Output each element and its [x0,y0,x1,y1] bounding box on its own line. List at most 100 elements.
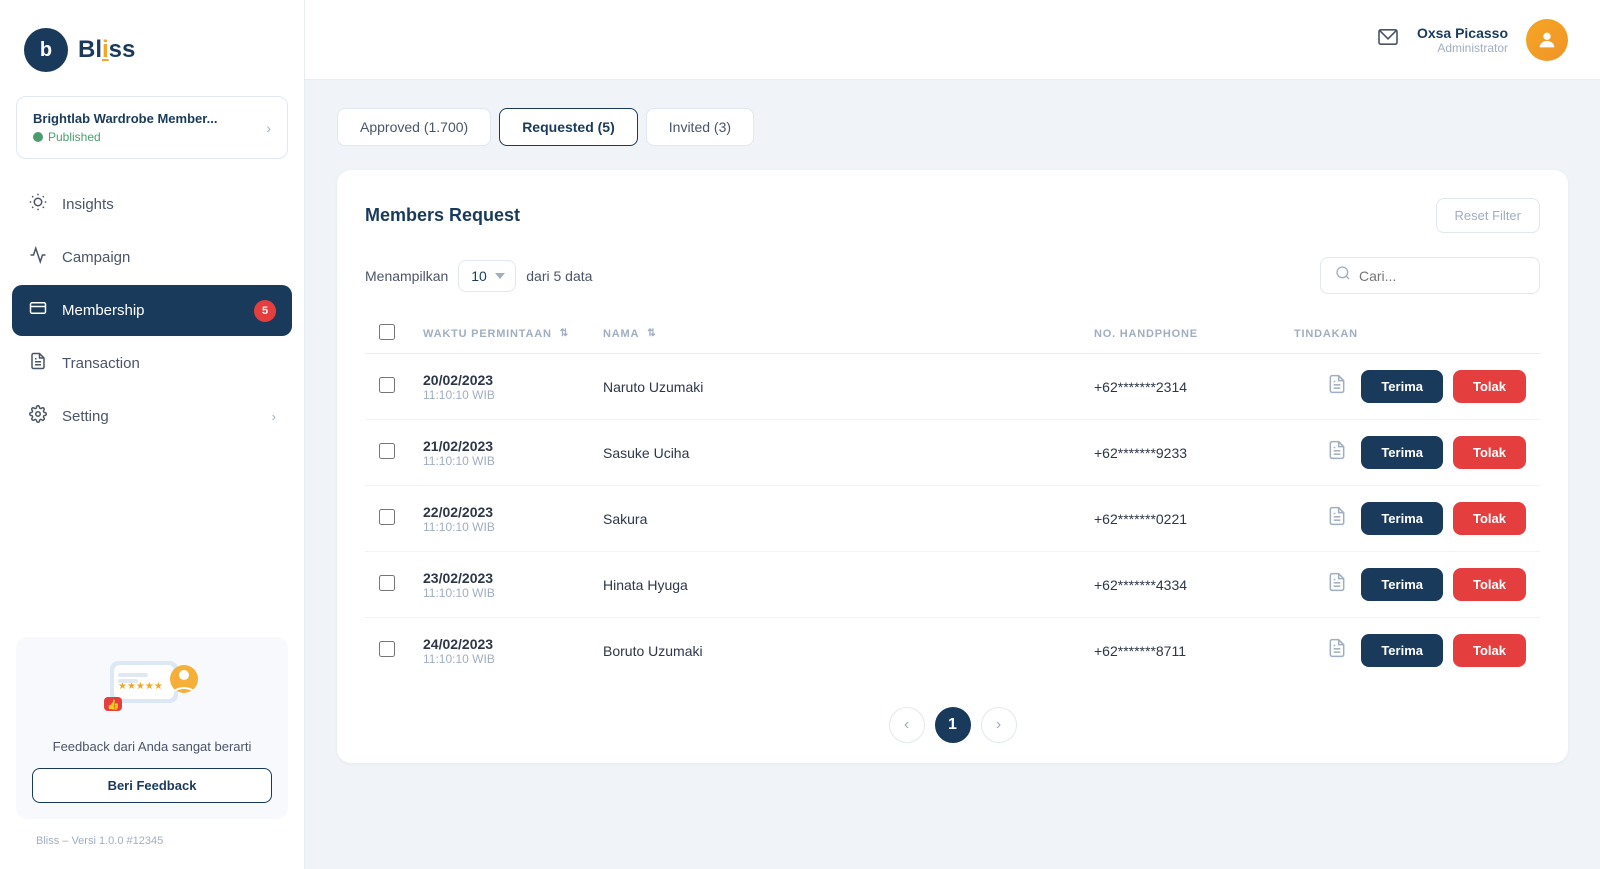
row-name: Naruto Uzumaki [603,379,703,395]
terima-button-4[interactable]: Terima [1361,634,1443,667]
row-date: 20/02/2023 [423,372,575,388]
row-time: 11:10:10 WIB [423,652,575,666]
row-date: 22/02/2023 [423,504,575,520]
row-phone: +62*******0221 [1094,511,1187,527]
th-checkbox [365,314,409,354]
search-input[interactable] [1359,268,1519,284]
status-dot [33,132,43,142]
row-checkbox-0[interactable] [379,377,395,393]
table-row: 20/02/2023 11:10:10 WIB Naruto Uzumaki +… [365,354,1540,420]
row-phone-cell: +62*******8711 [1080,618,1280,684]
terima-button-0[interactable]: Terima [1361,370,1443,403]
insights-icon [28,193,48,216]
row-date: 24/02/2023 [423,636,575,652]
row-action-cell: Terima Tolak [1280,420,1540,486]
row-name-cell: Sasuke Uciha [589,420,1080,486]
workspace-card[interactable]: Brightlab Wardrobe Member... Published › [16,96,288,159]
row-action-cell: Terima Tolak [1280,354,1540,420]
row-phone: +62*******8711 [1094,643,1186,659]
row-checkbox-cell [365,618,409,684]
row-time: 11:10:10 WIB [423,388,575,402]
tab-requested[interactable]: Requested (5) [499,108,638,146]
sidebar-bottom: ★★★★★ 👍 Feedback dari Anda sangat berart… [0,621,304,850]
tolak-button-2[interactable]: Tolak [1453,502,1526,535]
pagination-page-1-button[interactable]: 1 [935,707,971,743]
sidebar-item-insights[interactable]: Insights [12,179,292,230]
per-page-select[interactable]: 10 25 50 [458,260,516,292]
row-name: Boruto Uzumaki [603,643,703,659]
feedback-card: ★★★★★ 👍 Feedback dari Anda sangat berart… [16,637,288,820]
row-checkbox-2[interactable] [379,509,395,525]
sort-waktu-icon[interactable]: ⇅ [560,328,569,339]
card-header: Members Request Reset Filter [365,198,1540,233]
row-action-cell: Terima Tolak [1280,552,1540,618]
row-action-cell: Terima Tolak [1280,618,1540,684]
terima-button-1[interactable]: Terima [1361,436,1443,469]
members-request-card: Members Request Reset Filter Menampilkan… [337,170,1568,763]
table-row: 24/02/2023 11:10:10 WIB Boruto Uzumaki +… [365,618,1540,684]
row-time: 11:10:10 WIB [423,586,575,600]
sidebar-item-transaction-label: Transaction [62,355,140,372]
row-checkbox-3[interactable] [379,575,395,591]
sort-nama-icon[interactable]: ⇅ [647,328,656,339]
logo-text: Bliss [78,36,135,64]
tolak-button-3[interactable]: Tolak [1453,568,1526,601]
feedback-text: Feedback dari Anda sangat berarti [53,737,252,757]
doc-icon-0[interactable] [1327,374,1347,399]
table-row: 22/02/2023 11:10:10 WIB Sakura +62******… [365,486,1540,552]
terima-button-2[interactable]: Terima [1361,502,1443,535]
sidebar: b Bliss Brightlab Wardrobe Member... Pub… [0,0,305,869]
sidebar-item-transaction[interactable]: Transaction [12,338,292,389]
terima-button-3[interactable]: Terima [1361,568,1443,601]
tab-approved[interactable]: Approved (1.700) [337,108,491,146]
doc-icon-1[interactable] [1327,440,1347,465]
sidebar-item-campaign[interactable]: Campaign [12,232,292,283]
row-checkbox-cell [365,552,409,618]
row-name-cell: Naruto Uzumaki [589,354,1080,420]
data-count-label: dari 5 data [526,268,592,284]
membership-icon [28,299,48,322]
row-action-cell: Terima Tolak [1280,486,1540,552]
topbar-user-info: Oxsa Picasso Administrator [1417,25,1508,55]
row-name: Sakura [603,511,647,527]
row-name: Hinata Hyuga [603,577,688,593]
row-time: 11:10:10 WIB [423,454,575,468]
row-checkbox-4[interactable] [379,641,395,657]
content-area: Approved (1.700) Requested (5) Invited (… [305,80,1600,869]
members-table: WAKTU PERMINTAAN ⇅ NAMA ⇅ NO. HANDPHONE [365,314,1540,683]
workspace-status: Published [33,130,217,144]
row-time-cell: 23/02/2023 11:10:10 WIB [409,552,589,618]
version-label: Bliss – Versi 1.0.0 #12345 [20,827,179,847]
transaction-icon [28,352,48,375]
svg-text:👍: 👍 [107,698,119,711]
row-time-cell: 20/02/2023 11:10:10 WIB [409,354,589,420]
th-nama: NAMA ⇅ [589,314,1080,354]
row-phone-cell: +62*******0221 [1080,486,1280,552]
tolak-button-1[interactable]: Tolak [1453,436,1526,469]
tolak-button-4[interactable]: Tolak [1453,634,1526,667]
sidebar-item-membership[interactable]: Membership 5 [12,285,292,336]
tab-invited[interactable]: Invited (3) [646,108,754,146]
doc-icon-3[interactable] [1327,572,1347,597]
feedback-illustration: ★★★★★ 👍 [102,657,202,725]
row-phone: +62*******9233 [1094,445,1187,461]
pagination-prev-button[interactable]: ‹ [889,707,925,743]
select-all-checkbox[interactable] [379,324,395,340]
row-time-cell: 21/02/2023 11:10:10 WIB [409,420,589,486]
sidebar-item-setting-label: Setting [62,408,109,425]
workspace-status-label: Published [48,130,101,144]
mail-icon[interactable] [1377,28,1399,52]
reset-filter-button[interactable]: Reset Filter [1436,198,1540,233]
card-title: Members Request [365,205,520,226]
doc-icon-4[interactable] [1327,638,1347,663]
th-phone: NO. HANDPHONE [1080,314,1280,354]
row-checkbox-1[interactable] [379,443,395,459]
feedback-button[interactable]: Beri Feedback [32,768,272,803]
avatar[interactable] [1526,19,1568,61]
th-waktu: WAKTU PERMINTAAN ⇅ [409,314,589,354]
tolak-button-0[interactable]: Tolak [1453,370,1526,403]
sidebar-item-setting[interactable]: Setting › [12,391,292,442]
row-time: 11:10:10 WIB [423,520,575,534]
pagination-next-button[interactable]: › [981,707,1017,743]
doc-icon-2[interactable] [1327,506,1347,531]
